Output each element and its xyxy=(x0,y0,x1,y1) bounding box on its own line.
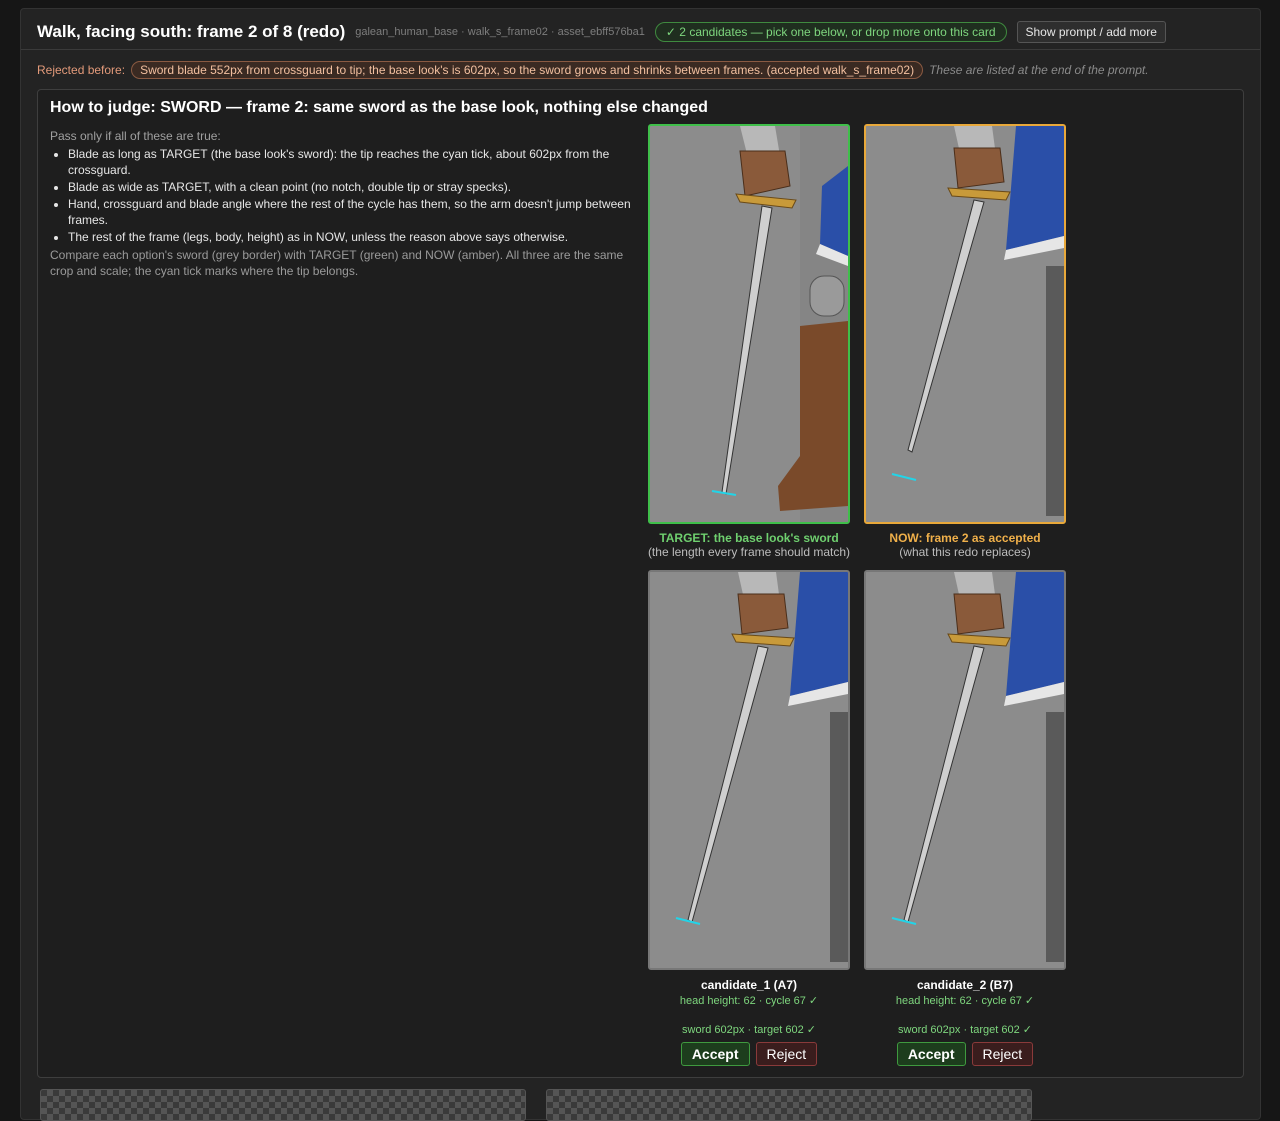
candidate-stats: head height: 62 · cycle 67 ✓ xyxy=(895,995,1035,1007)
sword-illustration xyxy=(650,572,848,968)
criteria-intro: Pass only if all of these are true: xyxy=(50,129,221,143)
rejected-label: Rejected before: xyxy=(37,63,126,77)
reject-button[interactable]: Reject xyxy=(971,1042,1034,1066)
judge-panel: How to judge: SWORD — frame 2: same swor… xyxy=(37,89,1244,1078)
candidates-status-badge[interactable]: ✓ 2 candidates — pick one below, or drop… xyxy=(654,22,1007,42)
next-card-preview xyxy=(546,1089,1032,1121)
judge-title: How to judge: SWORD — frame 2: same swor… xyxy=(50,99,708,116)
sword-illustration xyxy=(866,126,1064,522)
criteria-item: The rest of the frame (legs, body, heigh… xyxy=(68,229,638,245)
candidate-actions: Accept Reject xyxy=(862,1042,1068,1066)
candidate-caption-block: candidate_2 (B7) xyxy=(862,978,1068,992)
reject-button[interactable]: Reject xyxy=(755,1042,818,1066)
now-caption-block: NOW: frame 2 as accepted (what this redo… xyxy=(862,531,1068,559)
candidate-name: candidate_1 (A7) xyxy=(700,978,798,992)
rejected-reason-badge: Sword blade 552px from crossguard to tip… xyxy=(131,61,924,79)
candidate-caption-block: candidate_1 (A7) xyxy=(646,978,852,992)
header-divider xyxy=(21,49,1260,50)
criteria-item: Blade as wide as TARGET, with a clean po… xyxy=(68,179,638,195)
candidate-sword-length: sword 602px · target 602 ✓ xyxy=(898,1024,1032,1036)
target-caption: TARGET: the base look's sword xyxy=(659,531,839,545)
candidate-actions: Accept Reject xyxy=(646,1042,852,1066)
page-title: Walk, facing south: frame 2 of 8 (redo) xyxy=(37,22,346,41)
candidate-image[interactable] xyxy=(864,570,1066,970)
rejected-note: These are listed at the end of the promp… xyxy=(929,63,1149,77)
criteria-list: Blade as long as TARGET (the base look's… xyxy=(50,146,638,245)
sword-illustration xyxy=(650,126,848,522)
show-prompt-button[interactable]: Show prompt / add more xyxy=(1016,21,1166,43)
candidate-stats: head height: 62 · cycle 67 ✓ xyxy=(679,995,819,1007)
judge-criteria: Pass only if all of these are true: Blad… xyxy=(50,128,638,279)
target-subcaption: (the length every frame should match) xyxy=(647,545,851,559)
next-card-preview xyxy=(40,1089,526,1121)
candidate-name: candidate_2 (B7) xyxy=(916,978,1014,992)
frame-card: Walk, facing south: frame 2 of 8 (redo) … xyxy=(20,8,1261,1120)
target-image xyxy=(648,124,850,524)
criteria-item: Blade as long as TARGET (the base look's… xyxy=(68,146,638,178)
now-caption: NOW: frame 2 as accepted xyxy=(889,531,1041,545)
criteria-item: Hand, crossguard and blade angle where t… xyxy=(68,196,638,228)
now-image xyxy=(864,124,1066,524)
sword-illustration xyxy=(866,572,1064,968)
accept-button[interactable]: Accept xyxy=(680,1042,750,1066)
accept-button[interactable]: Accept xyxy=(896,1042,966,1066)
candidate-image[interactable] xyxy=(648,570,850,970)
rejected-before-row: Rejected before: Sword blade 552px from … xyxy=(37,61,1244,79)
target-caption-block: TARGET: the base look's sword (the lengt… xyxy=(646,531,852,559)
criteria-outro: Compare each option's sword (grey border… xyxy=(50,248,624,278)
card-header: Walk, facing south: frame 2 of 8 (redo) … xyxy=(37,19,1244,45)
asset-meta: galean_human_base · walk_s_frame02 · ass… xyxy=(355,26,645,38)
candidate-sword-length: sword 602px · target 602 ✓ xyxy=(682,1024,816,1036)
now-subcaption: (what this redo replaces) xyxy=(899,545,1031,559)
